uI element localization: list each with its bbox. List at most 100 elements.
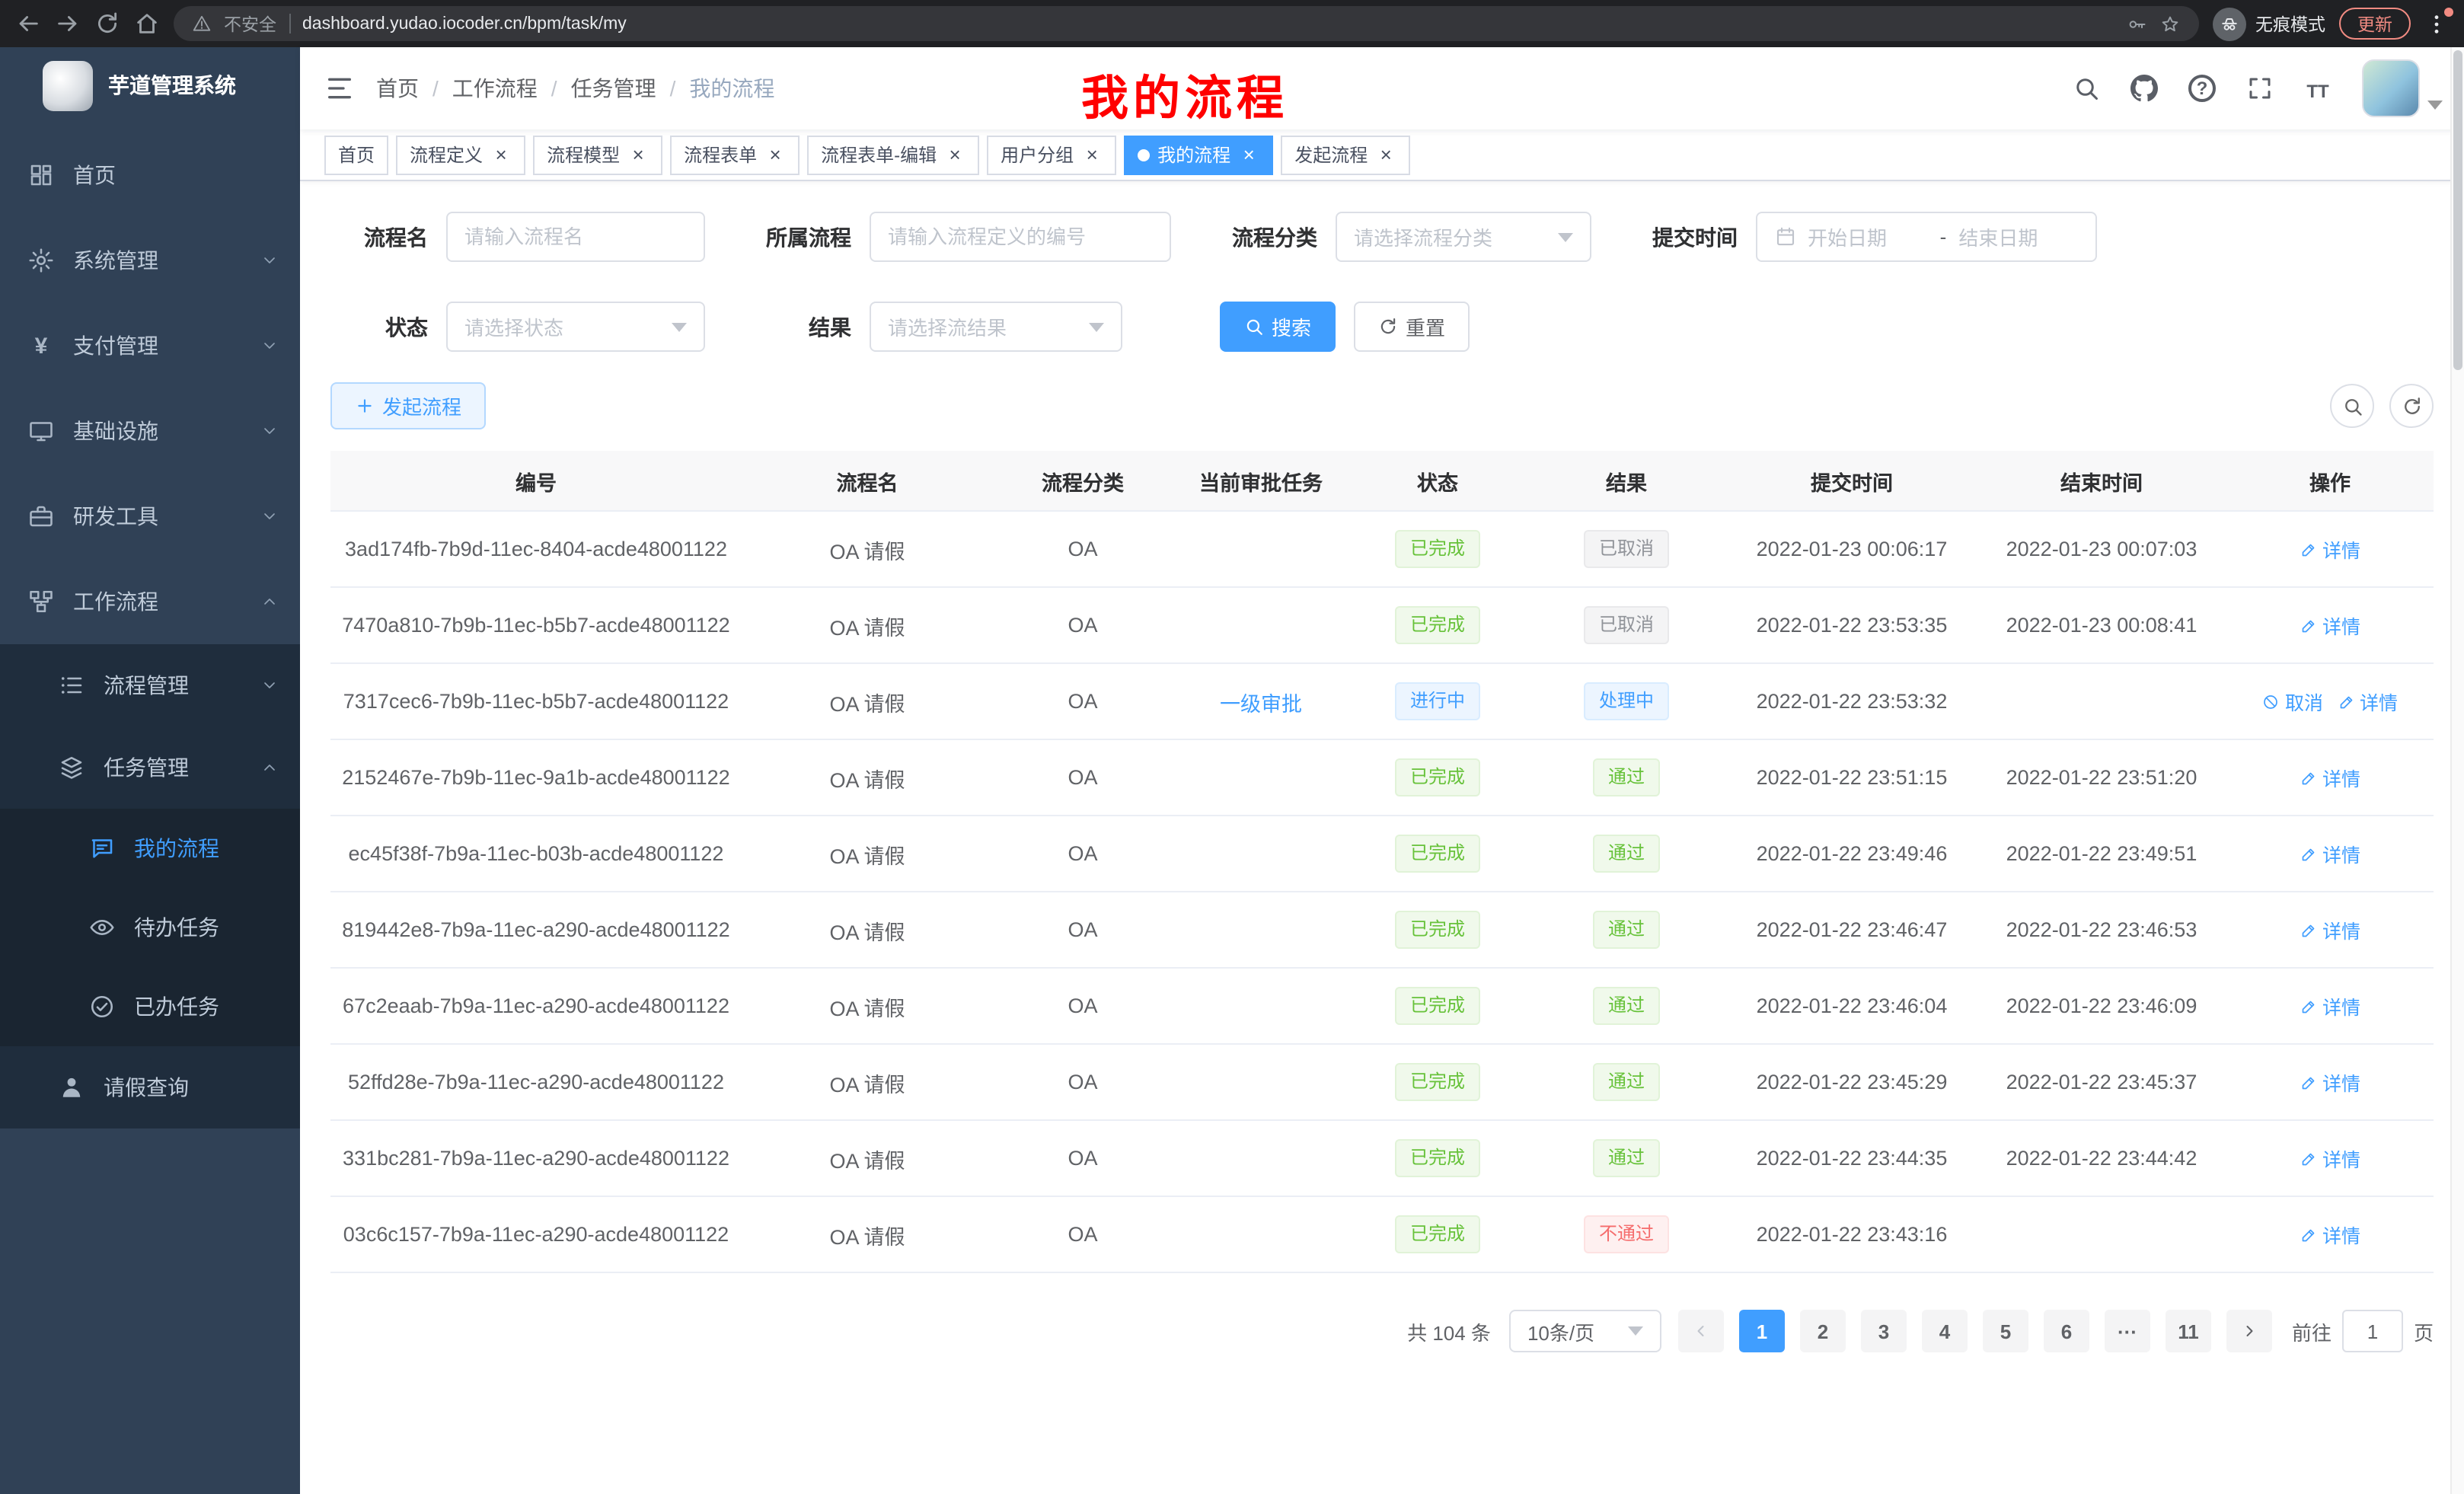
breadcrumb-workflow[interactable]: 工作流程 [452,73,538,104]
sidebar-item-pay[interactable]: ¥ 支付管理 [0,303,300,388]
github-icon[interactable] [2118,62,2170,114]
key-icon[interactable] [2126,13,2147,34]
category-select[interactable]: 请选择流程分类 [1336,212,1591,262]
close-icon[interactable]: × [627,144,649,165]
detail-link[interactable]: 详情 [2300,839,2360,868]
help-icon[interactable]: ? [2176,62,2228,114]
cell-end-time: 2022-01-22 23:46:09 [1977,969,2226,1043]
column-header: 编号 [330,451,742,510]
page-number-button[interactable]: 3 [1861,1310,1907,1352]
page-scrollbar[interactable] [2450,47,2464,1494]
detail-link[interactable]: 详情 [2300,1220,2360,1249]
avatar[interactable] [2362,59,2420,117]
close-icon[interactable]: × [944,144,965,165]
prev-page-button[interactable] [1678,1310,1724,1352]
sidebar-item-done-task[interactable]: 已办任务 [0,967,300,1046]
detail-link[interactable]: 详情 [2300,763,2360,792]
view-tab[interactable]: 流程表单-编辑 × [807,135,979,174]
result-badge: 通过 [1593,1063,1660,1101]
bookmark-star-icon[interactable] [2159,13,2181,34]
goto-page-input[interactable] [2342,1310,2403,1352]
page-size-select[interactable]: 10条/页 [1509,1310,1661,1352]
refresh-icon [1378,317,1398,337]
task-submenu: 我的流程 待办任务 已办任务 [0,809,300,1046]
chevron-down-icon [1558,232,1573,241]
sidebar-item-infra[interactable]: 基础设施 [0,388,300,474]
cancel-link[interactable]: 取消 [2262,687,2323,716]
view-tab[interactable]: 流程定义 × [396,135,525,174]
sidebar-item-system[interactable]: 系统管理 [0,218,300,303]
breadcrumb-task[interactable]: 任务管理 [571,73,656,104]
create-process-button[interactable]: 发起流程 [330,382,486,429]
browser-forward-icon[interactable] [55,11,81,37]
process-name-input[interactable] [446,212,705,262]
update-button[interactable]: 更新 [2339,8,2411,40]
process-definition-input[interactable] [870,212,1171,262]
goto-suffix: 页 [2414,1317,2434,1346]
close-icon[interactable]: × [1081,144,1103,165]
chevron-down-icon [260,251,279,270]
view-tab[interactable]: 流程表单 × [670,135,800,174]
page-number-button[interactable]: 4 [1922,1310,1968,1352]
browser-home-icon[interactable] [134,11,160,37]
cell-category: OA [993,512,1173,586]
current-task-link[interactable]: 一级审批 [1220,686,1302,717]
security-label[interactable]: 不安全 [224,11,276,36]
sidebar-item-my-process[interactable]: 我的流程 [0,809,300,888]
font-size-icon[interactable]: TT [2292,62,2344,114]
detail-link[interactable]: 详情 [2337,687,2398,716]
browser-back-icon[interactable] [15,11,41,37]
detail-link[interactable]: 详情 [2300,1144,2360,1173]
status-select[interactable]: 请选择状态 [446,302,705,352]
view-tab[interactable]: 流程模型 × [533,135,662,174]
page-number-button[interactable]: 1 [1739,1310,1785,1352]
detail-link[interactable]: 详情 [2300,1068,2360,1097]
detail-link[interactable]: 详情 [2300,535,2360,563]
url-text[interactable]: dashboard.yudao.iocoder.cn/bpm/task/my [302,14,2114,33]
page-number-button[interactable]: 5 [1983,1310,2028,1352]
person-icon [58,1074,85,1101]
sidebar-item-leave-query[interactable]: 请假查询 [0,1046,300,1128]
close-icon[interactable]: × [1375,144,1396,165]
address-bar[interactable]: 不安全 dashboard.yudao.iocoder.cn/bpm/task/… [174,6,2199,41]
sidebar-item-dev[interactable]: 研发工具 [0,474,300,559]
hamburger-icon[interactable] [324,73,355,104]
date-range-picker[interactable]: 开始日期 - 结束日期 [1756,212,2097,262]
detail-link[interactable]: 详情 [2300,991,2360,1020]
next-page-button[interactable] [2226,1310,2272,1352]
view-tab[interactable]: 发起流程 × [1281,135,1410,174]
sidebar-item-process-mgmt[interactable]: 流程管理 [0,644,300,726]
browser-reload-icon[interactable] [94,11,120,37]
browser-menu-icon[interactable] [2424,10,2449,37]
user-menu[interactable] [2362,59,2443,117]
refresh-table-icon[interactable] [2389,384,2434,428]
date-end-placeholder[interactable]: 结束日期 [1958,222,2079,251]
sidebar-item-home[interactable]: 首页 [0,132,300,218]
page-number-button[interactable]: 11 [2166,1310,2211,1352]
result-badge: 处理中 [1584,682,1669,720]
reset-button[interactable]: 重置 [1354,302,1470,352]
toggle-search-icon[interactable] [2330,384,2374,428]
scrollbar-thumb[interactable] [2453,50,2462,370]
page-number-button[interactable]: ··· [2105,1310,2150,1352]
sidebar-item-todo-task[interactable]: 待办任务 [0,888,300,967]
view-tab[interactable]: 我的流程 × [1124,135,1273,174]
close-icon[interactable]: × [1238,144,1259,165]
view-tab[interactable]: 用户分组 × [987,135,1116,174]
detail-link[interactable]: 详情 [2300,915,2360,944]
detail-link[interactable]: 详情 [2300,611,2360,640]
search-button[interactable]: 搜索 [1220,302,1336,352]
date-start-placeholder[interactable]: 开始日期 [1808,222,1928,251]
result-select[interactable]: 请选择流结果 [870,302,1122,352]
close-icon[interactable]: × [490,144,512,165]
close-icon[interactable]: × [764,144,786,165]
page-number-button[interactable]: 6 [2044,1310,2089,1352]
result-badge: 不通过 [1584,1215,1669,1253]
header-search-icon[interactable] [2060,62,2112,114]
breadcrumb-home[interactable]: 首页 [376,73,419,104]
fullscreen-icon[interactable] [2234,62,2286,114]
view-tab[interactable]: 首页 × [324,135,388,174]
page-number-button[interactable]: 2 [1800,1310,1846,1352]
sidebar-item-workflow[interactable]: 工作流程 [0,559,300,644]
sidebar-item-task-mgmt[interactable]: 任务管理 [0,726,300,809]
